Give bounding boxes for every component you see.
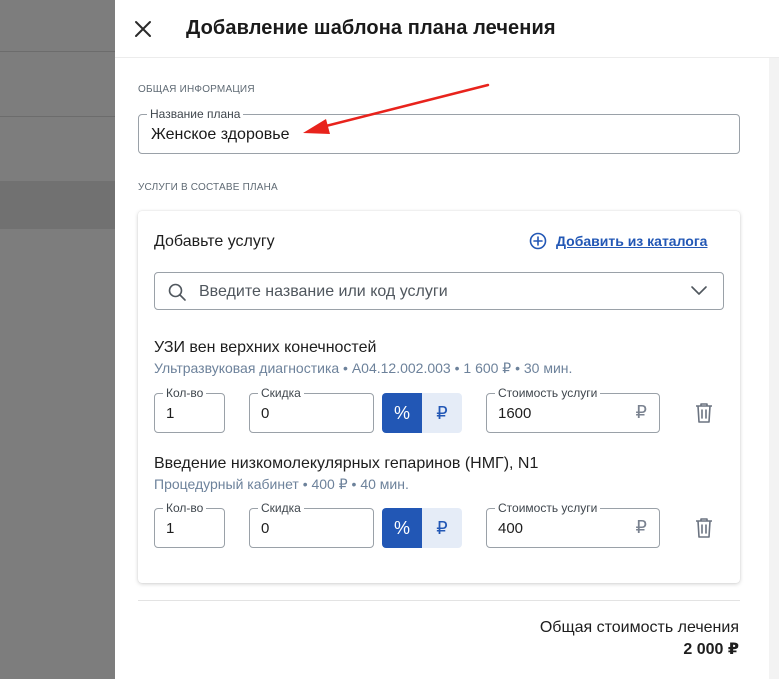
general-section-label: Общая информация [138,84,255,95]
scrollbar[interactable] [769,58,779,679]
service-meta: Ультразвуковая диагностика • A04.12.002.… [154,360,573,376]
search-placeholder: Введите название или код услуги [199,283,448,300]
plan-name-label: Название плана [147,107,244,121]
ruble-icon: ₽ [635,517,647,537]
ruble-discount-button[interactable]: ₽ [422,508,462,548]
close-button[interactable] [128,14,158,44]
plan-name-field[interactable]: Название плана Женское здоровье [138,107,740,154]
discount-label: Скидка [258,386,304,400]
service-cost-value: 1600 [498,405,532,422]
trash-icon[interactable] [692,516,716,540]
search-icon [168,283,186,301]
quantity-field[interactable]: Кол-во 1 [154,501,225,548]
percent-discount-button[interactable]: % [382,393,422,433]
service-cost-field[interactable]: Стоимость услуги 1600 ₽ [486,386,660,433]
discount-type-toggle: % ₽ [382,393,462,433]
page-backdrop[interactable] [0,0,115,679]
total-cost-value: 2 000 ₽ [683,641,739,658]
add-from-catalog-link[interactable]: Добавить из каталога [529,232,707,250]
discount-field[interactable]: Скидка 0 [249,386,374,433]
drawer-header: Добавление шаблона плана лечения [115,0,779,58]
discount-label: Скидка [258,501,304,515]
backdrop-row-highlight [0,181,115,229]
trash-icon[interactable] [692,401,716,425]
service-cost-label: Стоимость услуги [495,386,601,400]
quantity-field[interactable]: Кол-во 1 [154,386,225,433]
plan-template-drawer: Добавление шаблона плана лечения Общая и… [115,0,779,679]
total-divider [138,600,740,601]
services-section-label: Услуги в составе плана [138,182,278,193]
percent-discount-button[interactable]: % [382,508,422,548]
service-item: УЗИ вен верхних конечностей Ультразвуков… [154,339,724,377]
backdrop-divider [0,116,115,117]
service-cost-label: Стоимость услуги [495,501,601,515]
quantity-label: Кол-во [163,386,207,400]
close-icon [135,21,151,37]
drawer-title: Добавление шаблона плана лечения [186,17,556,39]
service-meta: Процедурный кабинет • 400 ₽ • 40 мин. [154,476,409,492]
service-cost-value: 400 [498,520,524,537]
service-item: Введение низкомолекулярных гепаринов (НМ… [154,455,724,493]
plan-name-value: Женское здоровье [151,126,290,143]
discount-value: 0 [261,405,270,422]
total-cost-label: Общая стоимость лечения [539,619,739,636]
services-card-title: Добавьте услугу [154,233,275,250]
service-name: УЗИ вен верхних конечностей [154,339,377,356]
service-cost-field[interactable]: Стоимость услуги 400 ₽ [486,501,660,548]
plus-circle-icon [529,232,547,250]
quantity-value: 1 [166,520,175,537]
discount-type-toggle: % ₽ [382,508,462,548]
ruble-icon: ₽ [635,402,647,422]
ruble-discount-button[interactable]: ₽ [422,393,462,433]
discount-field[interactable]: Скидка 0 [249,501,374,548]
backdrop-divider [0,51,115,52]
service-search-input[interactable]: Введите название или код услуги [154,272,724,310]
services-card: Добавьте услугу Добавить из каталога Вве… [138,211,740,583]
quantity-label: Кол-во [163,501,207,515]
add-from-catalog-label: Добавить из каталога [556,233,708,249]
discount-value: 0 [261,520,270,537]
quantity-value: 1 [166,405,175,422]
service-name: Введение низкомолекулярных гепаринов (НМ… [154,455,539,472]
chevron-down-icon[interactable] [690,285,708,297]
